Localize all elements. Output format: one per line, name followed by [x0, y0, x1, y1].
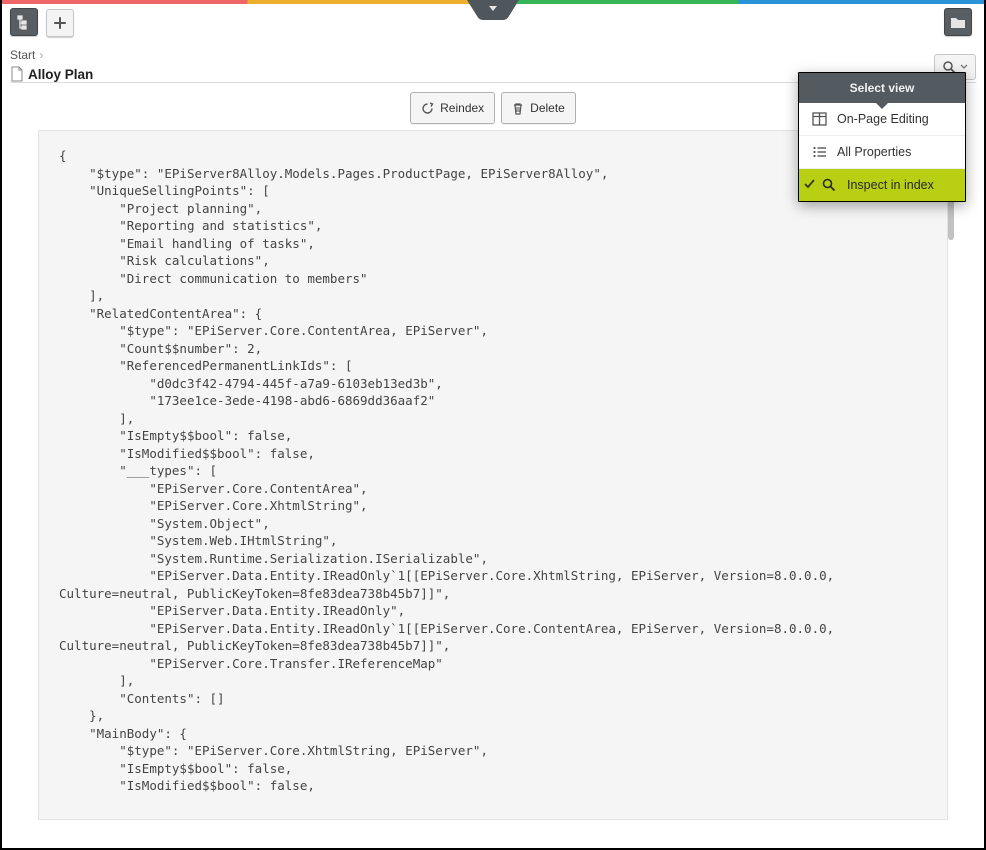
breadcrumb-separator: ›: [35, 48, 46, 62]
delete-label: Delete: [530, 101, 565, 115]
popover-caret: [876, 103, 888, 109]
popover-header: Select view: [799, 73, 965, 103]
code-panel: { "$type": "EPiServer8Alloy.Models.Pages…: [38, 130, 948, 820]
select-view-popover: Select view On-Page Editing All Proper: [798, 72, 966, 202]
layout-icon: [811, 111, 827, 127]
delete-button[interactable]: Delete: [501, 92, 576, 124]
view-option-label: All Properties: [837, 145, 911, 159]
page-icon: [10, 66, 24, 82]
view-option-label: On-Page Editing: [837, 112, 929, 126]
new-button[interactable]: [46, 9, 74, 37]
assets-panel-button[interactable]: [944, 8, 972, 36]
top-accent-bar: [2, 0, 984, 4]
code-content: { "$type": "EPiServer8Alloy.Models.Pages…: [39, 131, 947, 811]
reindex-button[interactable]: Reindex: [410, 92, 495, 124]
chevron-down-icon: [960, 64, 968, 70]
check-icon: [803, 178, 815, 192]
refresh-icon: [421, 102, 434, 115]
reindex-label: Reindex: [440, 101, 484, 115]
plus-icon: [53, 16, 67, 30]
list-icon: [811, 144, 827, 160]
trash-icon: [512, 102, 524, 115]
scrollbar[interactable]: [948, 130, 954, 820]
page-title: Alloy Plan: [28, 67, 93, 82]
view-option-allproperties[interactable]: All Properties: [799, 135, 965, 168]
view-option-inspect[interactable]: Inspect in index: [799, 168, 965, 201]
tree-toggle-button[interactable]: [10, 8, 38, 36]
folder-icon: [950, 15, 966, 29]
popover-title: Select view: [850, 81, 915, 95]
tree-icon: [16, 14, 32, 30]
search-icon: [821, 177, 837, 193]
breadcrumb: Start›: [10, 48, 46, 62]
view-option-label: Inspect in index: [847, 178, 934, 192]
breadcrumb-root[interactable]: Start: [10, 48, 35, 62]
